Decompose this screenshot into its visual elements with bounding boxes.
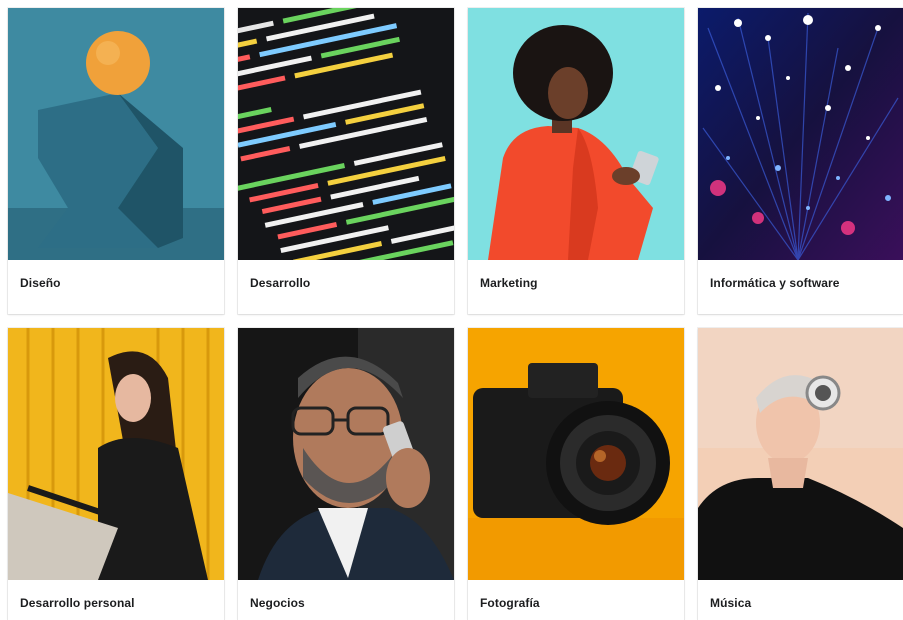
- category-card-desarrollo-personal[interactable]: Desarrollo personal: [8, 328, 224, 620]
- category-label: Diseño: [20, 276, 61, 290]
- category-label: Desarrollo: [250, 276, 311, 290]
- category-card-musica[interactable]: Música: [698, 328, 903, 620]
- category-card-informatica[interactable]: Informática y software: [698, 8, 903, 314]
- category-grid: Diseño Desarrollo Marketing Informática …: [0, 0, 903, 620]
- category-image: [468, 8, 684, 260]
- category-card-diseno[interactable]: Diseño: [8, 8, 224, 314]
- category-image: [8, 8, 224, 260]
- category-label: Negocios: [250, 596, 305, 610]
- category-card-negocios[interactable]: Negocios: [238, 328, 454, 620]
- category-label: Desarrollo personal: [20, 596, 135, 610]
- category-card-desarrollo[interactable]: Desarrollo: [238, 8, 454, 314]
- category-label: Informática y software: [710, 276, 840, 290]
- category-image: [238, 328, 454, 580]
- category-label: Música: [710, 596, 752, 610]
- category-image: [8, 328, 224, 580]
- category-label: Marketing: [480, 276, 538, 290]
- category-card-marketing[interactable]: Marketing: [468, 8, 684, 314]
- category-label: Fotografía: [480, 596, 540, 610]
- category-image: [698, 8, 903, 260]
- category-image: [238, 8, 454, 260]
- category-card-fotografia[interactable]: Fotografía: [468, 328, 684, 620]
- category-image: [468, 328, 684, 580]
- category-image: [698, 328, 903, 580]
